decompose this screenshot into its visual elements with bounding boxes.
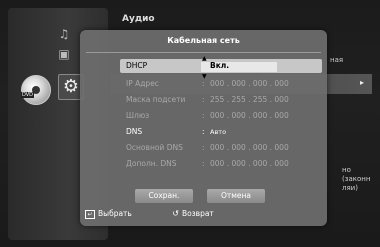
arrow-up-icon[interactable]: ▲ <box>202 56 207 62</box>
wired-network-dialog: Кабельная сеть ▲ ▼ DHCP Вкл. IP Адрес : … <box>80 30 327 226</box>
dvd-disc-icon[interactable] <box>21 75 51 105</box>
save-button[interactable]: Сохран. <box>135 189 193 203</box>
row-label: DNS <box>126 127 143 136</box>
tv-screen: ♫ ▣ DVD ⚙ Аудио ▸ ная но (законн ляи) Ка… <box>0 0 380 247</box>
row-value: 000 . 000 . 000 . 000 <box>210 79 289 88</box>
row-value: Вкл. <box>210 61 230 70</box>
dvd-label: DVD <box>21 92 35 98</box>
photo-icon: ▣ <box>58 47 70 61</box>
row-value: 000 . 000 . 000 . 000 <box>210 159 289 168</box>
enter-key-icon: ↵ <box>85 209 95 219</box>
return-icon: ↺ <box>172 209 179 218</box>
music-note-icon: ♫ <box>58 27 70 41</box>
footer-hints: ↵ Выбрать ↺ Возврат <box>85 209 214 219</box>
row-value: Авто <box>210 128 227 136</box>
row-label: Дополн. DNS <box>126 159 177 168</box>
row-value: 000 . 000 . 000 . 000 <box>210 143 289 152</box>
background-menu-label: ная <box>330 56 344 64</box>
cancel-button[interactable]: Отмена <box>207 189 265 203</box>
title-divider <box>86 52 321 53</box>
row-label: DHCP <box>126 61 148 70</box>
dialog-title: Кабельная сеть <box>167 36 240 45</box>
row-label: IP Адрес <box>126 79 159 88</box>
row-label: Основной DNS <box>126 143 183 152</box>
arrow-right-icon: ▸ <box>359 78 364 87</box>
row-label: Шлюз <box>126 111 150 120</box>
return-hint[interactable]: ↺ Возврат <box>172 209 214 218</box>
row-label: Маска подсети <box>126 95 186 104</box>
background-menu-label-2: но (законн ляи) <box>342 166 371 192</box>
select-hint[interactable]: ↵ Выбрать <box>85 209 132 219</box>
row-value: 255 . 255 . 255 . 000 <box>210 95 289 104</box>
row-value: 000 . 000 . 000 . 000 <box>210 111 289 120</box>
menu-header-audio: Аудио <box>122 14 155 24</box>
